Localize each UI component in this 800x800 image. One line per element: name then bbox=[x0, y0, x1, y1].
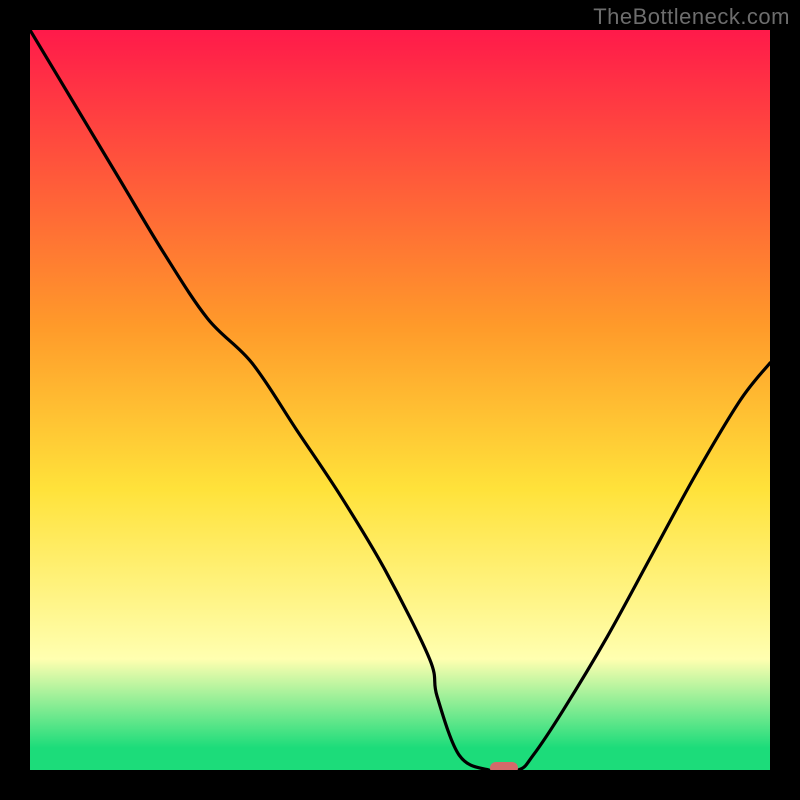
chart-stage: TheBottleneck.com bbox=[0, 0, 800, 800]
bottleneck-curve bbox=[30, 30, 770, 770]
watermark-text: TheBottleneck.com bbox=[593, 4, 790, 30]
minimum-marker bbox=[490, 762, 518, 770]
plot-area bbox=[30, 30, 770, 770]
